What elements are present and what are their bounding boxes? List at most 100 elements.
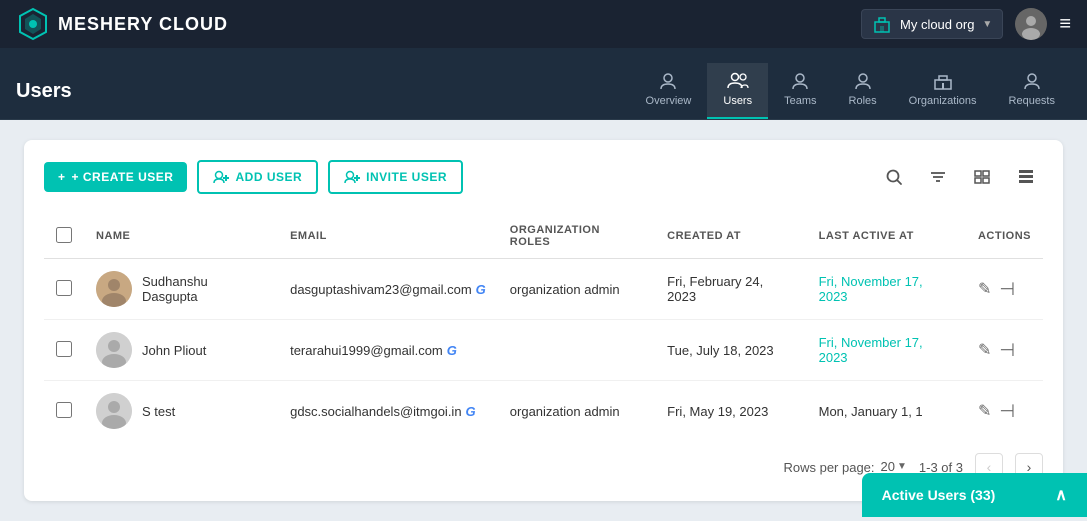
col-name: NAME <box>84 214 278 259</box>
search-icon <box>885 168 903 186</box>
plus-icon: + <box>58 170 66 184</box>
logo-icon <box>16 7 50 41</box>
invite-user-icon <box>344 170 360 184</box>
create-user-label: + CREATE USER <box>72 170 174 184</box>
users-icon <box>727 71 749 91</box>
created-at-1: Fri, February 24, 2023 <box>667 274 763 304</box>
list-view-icon <box>973 168 991 186</box>
user-avatar-1 <box>96 271 132 307</box>
logo: MESHERY CLOUD <box>16 7 228 41</box>
rows-chevron-icon: ▼ <box>897 461 907 472</box>
tab-teams[interactable]: Teams <box>768 63 832 119</box>
tab-overview[interactable]: Overview <box>630 63 708 119</box>
organizations-icon <box>933 71 953 91</box>
user-avatar-2 <box>96 332 132 368</box>
tab-requests-label: Requests <box>1009 95 1055 107</box>
user-cell-1: Sudhanshu Dasgupta <box>96 271 266 307</box>
select-all-checkbox[interactable] <box>56 227 72 243</box>
table-row: John Pliout terarahui1999@gmail.com G Tu… <box>44 320 1043 381</box>
user-name-3: S test <box>142 404 175 419</box>
nav-tabs: Overview Users Teams Roles <box>630 63 1071 119</box>
tab-organizations[interactable]: Organizations <box>893 63 993 119</box>
user-name-1: Sudhanshu Dasgupta <box>142 274 266 304</box>
user-avatar-3 <box>96 393 132 429</box>
filter-button[interactable] <box>921 160 955 194</box>
logout-button-1[interactable]: ⊣ <box>999 279 1015 300</box>
add-user-icon <box>213 170 229 184</box>
tab-requests[interactable]: Requests <box>993 63 1071 119</box>
grid-view-button[interactable] <box>1009 160 1043 194</box>
header-right: My cloud org ▼ ≡ <box>861 8 1071 40</box>
active-users-bar[interactable]: Active Users (33) ∧ <box>862 473 1087 517</box>
avatar[interactable] <box>1015 8 1047 40</box>
email-cell-3: gdsc.socialhandels@itmgoi.in G <box>290 404 486 419</box>
org-building-icon <box>872 14 892 34</box>
avatar-img-3 <box>96 393 132 429</box>
add-user-label: ADD USER <box>235 170 302 184</box>
main-content: + + CREATE USER ADD USER <box>0 120 1087 521</box>
user-cell-2: John Pliout <box>96 332 266 368</box>
tab-roles[interactable]: Roles <box>833 63 893 119</box>
edit-button-1[interactable]: ✎ <box>978 279 991 299</box>
rows-per-page-value: 20 <box>881 459 895 474</box>
email-cell-1: dasguptashivam23@gmail.com G <box>290 282 486 297</box>
rows-per-page-label: Rows per page: <box>783 460 874 475</box>
email-1: dasguptashivam23@gmail.com <box>290 282 472 297</box>
logout-button-2[interactable]: ⊣ <box>999 340 1015 361</box>
overview-icon <box>658 71 678 91</box>
filter-icon <box>929 168 947 186</box>
tab-users[interactable]: Users <box>707 63 768 119</box>
col-org-roles: ORGANIZATION ROLES <box>498 214 655 259</box>
content-card: + + CREATE USER ADD USER <box>24 140 1063 501</box>
table-row: Sudhanshu Dasgupta dasguptashivam23@gmai… <box>44 259 1043 320</box>
logout-button-3[interactable]: ⊣ <box>999 401 1015 422</box>
row-1-checkbox[interactable] <box>56 280 72 296</box>
roles-icon <box>853 71 873 91</box>
teams-icon <box>790 71 810 91</box>
google-g-icon-3: G <box>466 404 476 419</box>
actions-cell-1: ✎ ⊣ <box>978 279 1031 300</box>
role-1: organization admin <box>510 282 620 297</box>
tab-users-label: Users <box>723 95 752 107</box>
hamburger-menu-icon[interactable]: ≡ <box>1059 13 1071 36</box>
last-active-3: Mon, January 1, 1 <box>819 404 923 419</box>
email-cell-2: terarahui1999@gmail.com G <box>290 343 486 358</box>
row-3-checkbox[interactable] <box>56 402 72 418</box>
tab-roles-label: Roles <box>849 95 877 107</box>
actions-cell-2: ✎ ⊣ <box>978 340 1031 361</box>
invite-user-label: INVITE USER <box>366 170 447 184</box>
table-row: S test gdsc.socialhandels@itmgoi.in G or… <box>44 381 1043 442</box>
requests-icon <box>1022 71 1042 91</box>
last-active-2: Fri, November 17, 2023 <box>819 335 923 365</box>
created-at-2: Tue, July 18, 2023 <box>667 343 773 358</box>
col-actions: ACTIONS <box>966 214 1043 259</box>
col-created-at: CREATED AT <box>655 214 806 259</box>
chevron-up-icon: ∧ <box>1055 485 1067 505</box>
col-email: EMAIL <box>278 214 498 259</box>
org-name: My cloud org <box>900 17 974 32</box>
add-user-button[interactable]: ADD USER <box>197 160 318 194</box>
avatar-img-1 <box>96 271 132 307</box>
tab-overview-label: Overview <box>646 95 692 107</box>
col-last-active: LAST ACTIVE AT <box>807 214 966 259</box>
last-active-1: Fri, November 17, 2023 <box>819 274 923 304</box>
user-name-2: John Pliout <box>142 343 206 358</box>
invite-user-button[interactable]: INVITE USER <box>328 160 463 194</box>
edit-button-3[interactable]: ✎ <box>978 401 991 421</box>
email-3: gdsc.socialhandels@itmgoi.in <box>290 404 461 419</box>
create-user-button[interactable]: + + CREATE USER <box>44 162 187 192</box>
list-view-button[interactable] <box>965 160 999 194</box>
users-table: NAME EMAIL ORGANIZATION ROLES CREATED AT… <box>44 214 1043 441</box>
org-selector[interactable]: My cloud org ▼ <box>861 9 1003 39</box>
google-g-icon-1: G <box>476 282 486 297</box>
row-2-checkbox[interactable] <box>56 341 72 357</box>
active-users-label: Active Users (33) <box>882 487 996 503</box>
search-button[interactable] <box>877 160 911 194</box>
chevron-down-icon: ▼ <box>982 19 992 30</box>
user-cell-3: S test <box>96 393 266 429</box>
edit-button-2[interactable]: ✎ <box>978 340 991 360</box>
app-name: MESHERY CLOUD <box>58 14 228 35</box>
email-2: terarahui1999@gmail.com <box>290 343 443 358</box>
tab-organizations-label: Organizations <box>909 95 977 107</box>
actions-cell-3: ✎ ⊣ <box>978 401 1031 422</box>
